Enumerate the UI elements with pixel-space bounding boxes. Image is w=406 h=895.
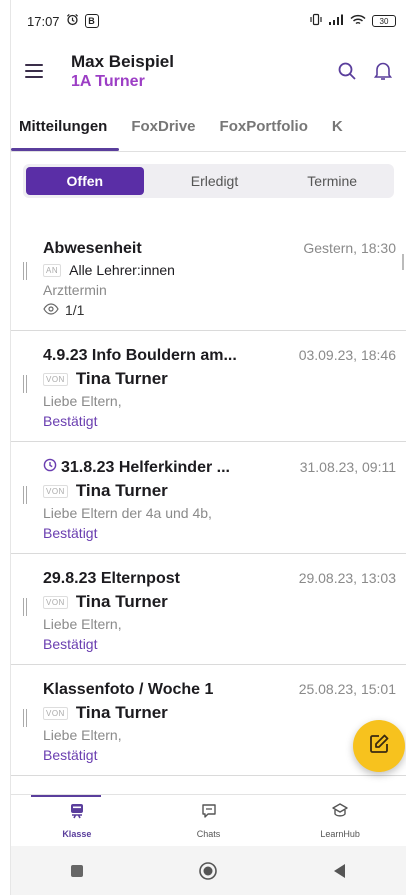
confirmation-status[interactable]: Bestätigt [43,636,396,652]
message-preview: Arzttermin [43,282,107,298]
sender-tag: VON [43,706,68,720]
message-date: 25.08.23, 15:01 [298,681,396,697]
read-count: 1/1 [43,302,396,318]
message-date: Gestern, 18:30 [303,240,396,256]
tab-overflow[interactable]: K [320,118,355,151]
filter-erledigt[interactable]: Erledigt [156,167,274,195]
edit-icon [368,733,390,760]
message-sender: Tina Turner [75,481,168,500]
notification-b-icon: B [84,14,99,28]
message-sender: Tina Turner [75,703,168,722]
confirmation-status[interactable]: Bestätigt [43,525,396,541]
bottom-nav-indicator [31,795,101,797]
message-subject: 29.8.23 Elternpost [43,570,180,587]
vibrate-icon [310,13,322,29]
sender-tag: VON [43,372,68,386]
eye-icon [43,302,59,318]
tab-foxportfolio[interactable]: FoxPortfolio [208,118,320,151]
bottom-nav-klasse[interactable]: Klasse [11,795,143,846]
drag-handle-icon[interactable] [23,375,27,393]
home-icon[interactable] [188,856,228,886]
compose-button[interactable] [353,720,405,772]
wifi-icon [350,14,366,29]
message-subject: 4.9.23 Info Bouldern am... [43,347,237,364]
bottom-nav-label: LearnHub [320,829,360,839]
clock-icon [43,458,57,477]
header-title-block: Max Beispiel 1A Turner [71,52,326,91]
system-nav-bar [11,846,406,895]
message-preview: Liebe Eltern, [43,727,122,743]
bottom-nav-label: Klasse [62,829,92,839]
message-subject: Klassenfoto / Woche 1 [43,681,214,698]
message-preview: Liebe Eltern, [43,616,122,632]
recipient-tag: AN [43,263,62,277]
menu-icon[interactable] [25,59,49,83]
confirmation-status[interactable]: Bestätigt [43,747,396,763]
bottom-nav-chats[interactable]: Chats [143,795,275,846]
message-preview: Liebe Eltern, [43,393,122,409]
search-icon[interactable] [332,56,362,86]
battery-icon: 30 [372,15,396,27]
status-bar: 17:07 B 30 [11,0,406,42]
message-date: 03.09.23, 18:46 [298,347,396,363]
message-recipient: Alle Lehrer:innen [69,262,175,278]
message-date: 29.08.23, 13:03 [298,570,396,586]
drag-handle-icon[interactable] [23,709,27,727]
filter-termine[interactable]: Termine [273,167,391,195]
filter-offen[interactable]: Offen [26,167,144,195]
app-header: Max Beispiel 1A Turner [11,42,406,100]
message-preview: Liebe Eltern der 4a und 4b, [43,505,212,521]
message-list: Abwesenheit Gestern, 18:30 AN Alle Lehre… [11,224,406,794]
status-filter: Offen Erledigt Termine [23,164,394,198]
bottom-nav: Klasse Chats LearnHub [11,794,406,846]
drag-handle-icon[interactable] [23,262,27,280]
tab-foxdrive[interactable]: FoxDrive [119,118,207,151]
class-icon [68,802,86,825]
read-count-value: 1/1 [65,302,85,318]
message-sender: Tina Turner [75,592,168,611]
drag-handle-icon[interactable] [23,486,27,504]
list-item[interactable]: Klassenfoto / Woche 1 25.08.23, 15:01 VO… [11,665,406,776]
list-item[interactable]: 29.8.23 Elternpost 29.08.23, 13:03 VON T… [11,554,406,665]
alarm-icon [66,13,79,29]
message-date: 31.08.23, 09:11 [299,459,396,475]
status-right: 30 [310,13,396,29]
sender-tag: VON [43,595,68,609]
class-name[interactable]: 1A Turner [71,72,326,91]
list-item[interactable]: 4.9.23 Info Bouldern am... 03.09.23, 18:… [11,331,406,442]
confirmation-status[interactable]: Bestätigt [43,413,396,429]
list-item[interactable]: 31.8.23 Helferkinder ... 31.08.23, 09:11… [11,442,406,554]
bottom-nav-label: Chats [196,829,221,839]
back-icon[interactable] [320,856,360,886]
chat-icon [200,802,218,825]
phone-screen: 17:07 B 30 Max Beispiel 1A Turner Mittei… [10,0,406,895]
signal-icon [328,14,344,29]
list-item[interactable]: Abwesenheit Gestern, 18:30 AN Alle Lehre… [11,224,406,331]
drag-handle-icon[interactable] [23,598,27,616]
sender-tag: VON [43,484,68,498]
user-name: Max Beispiel [71,51,174,71]
bell-icon[interactable] [368,56,398,86]
status-left: 17:07 B [27,13,99,29]
clock: 17:07 [27,13,60,29]
learnhub-icon [331,802,349,825]
bottom-nav-learnhub[interactable]: LearnHub [274,795,406,846]
message-subject: Abwesenheit [43,240,142,257]
message-sender: Tina Turner [75,369,168,388]
message-subject: 31.8.23 Helferkinder ... [43,458,230,477]
tab-mitteilungen[interactable]: Mitteilungen [11,118,120,151]
scroll-marker [402,254,404,270]
top-tabs: Mitteilungen FoxDrive FoxPortfolio K [11,100,406,152]
recent-apps-icon[interactable] [57,856,97,886]
